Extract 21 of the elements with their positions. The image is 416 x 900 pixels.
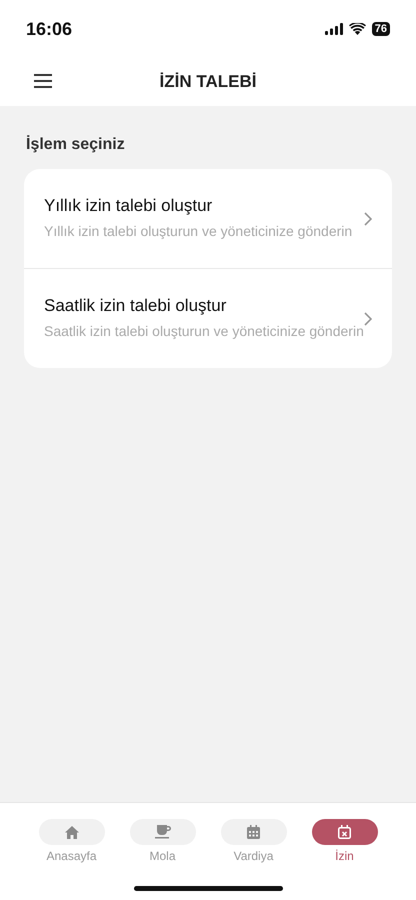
chevron-icon [364, 212, 372, 226]
tab[interactable]: Anasayfa [38, 819, 104, 900]
option-item[interactable]: Yıllık izin talebi oluştur Yıllık izin talebi oluşturun ve yöneticinize gönderin [24, 169, 392, 269]
option-title: Yıllık izin talebi oluştur [44, 196, 214, 216]
section-title: İşlem seçiniz [26, 136, 126, 154]
signal-icon [324, 23, 343, 35]
calendar-x-icon [338, 825, 351, 839]
tab[interactable]: İzin [312, 819, 378, 900]
menu-button[interactable] [34, 73, 52, 91]
page-title: İZİN TALEBİ [160, 72, 256, 92]
option-description: Yıllık izin talebi oluşturun ve yöneticinize gönderin [44, 222, 354, 241]
cup-icon [154, 825, 170, 839]
wifi-icon [348, 23, 366, 35]
option-title: Saatlik izin talebi oluştur [44, 296, 228, 316]
option-description: Saatlik izin talebi oluşturun ve yöneticinize gönderin [44, 322, 364, 341]
home-icon [64, 826, 78, 838]
battery-level: 76 [372, 22, 390, 36]
status-time: 16:06 [26, 18, 72, 40]
option-item[interactable]: Saatlik izin talebi oluştur Saatlik izin talebi oluşturun ve yöneticinize gönderin [24, 269, 392, 368]
chevron-icon [364, 312, 372, 326]
calendar-icon [247, 825, 260, 839]
